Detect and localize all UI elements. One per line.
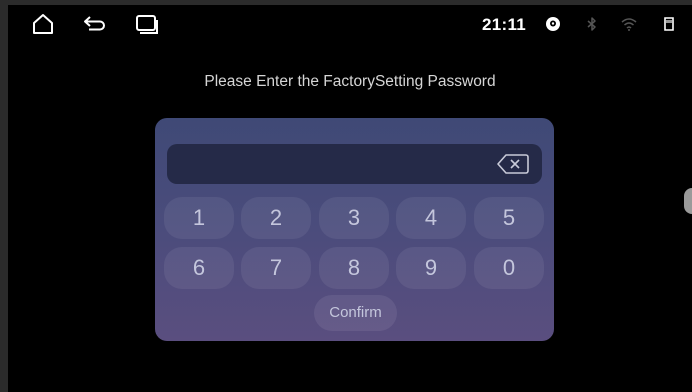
key-6[interactable]: 6 (164, 247, 234, 289)
backspace-icon[interactable] (496, 152, 530, 176)
bluetooth-icon (584, 16, 600, 32)
key-7[interactable]: 7 (241, 247, 311, 289)
back-icon[interactable] (81, 13, 107, 35)
clock-time: 21:11 (482, 15, 527, 34)
gps-icon (545, 16, 561, 32)
side-drawer-handle[interactable] (684, 188, 692, 214)
status-bar: 21:11 (8, 5, 692, 45)
key-4[interactable]: 4 (396, 197, 466, 239)
key-8[interactable]: 8 (319, 247, 389, 289)
confirm-button[interactable]: Confirm (314, 295, 397, 331)
key-3[interactable]: 3 (319, 197, 389, 239)
key-5[interactable]: 5 (474, 197, 544, 239)
key-9[interactable]: 9 (396, 247, 466, 289)
home-icon[interactable] (30, 13, 56, 35)
key-0[interactable]: 0 (474, 247, 544, 289)
screen: 21:11 Please Enter the FactorySetting Pa… (8, 5, 692, 392)
password-prompt: Please Enter the FactorySetting Password (204, 73, 496, 90)
recent-apps-icon[interactable] (134, 13, 160, 35)
wifi-icon (621, 16, 637, 32)
sd-card-icon (661, 16, 677, 32)
key-1[interactable]: 1 (164, 197, 234, 239)
keypad-panel: 1 2 3 4 5 6 7 8 9 0 Confirm (155, 118, 554, 341)
password-input[interactable] (167, 144, 542, 184)
key-2[interactable]: 2 (241, 197, 311, 239)
